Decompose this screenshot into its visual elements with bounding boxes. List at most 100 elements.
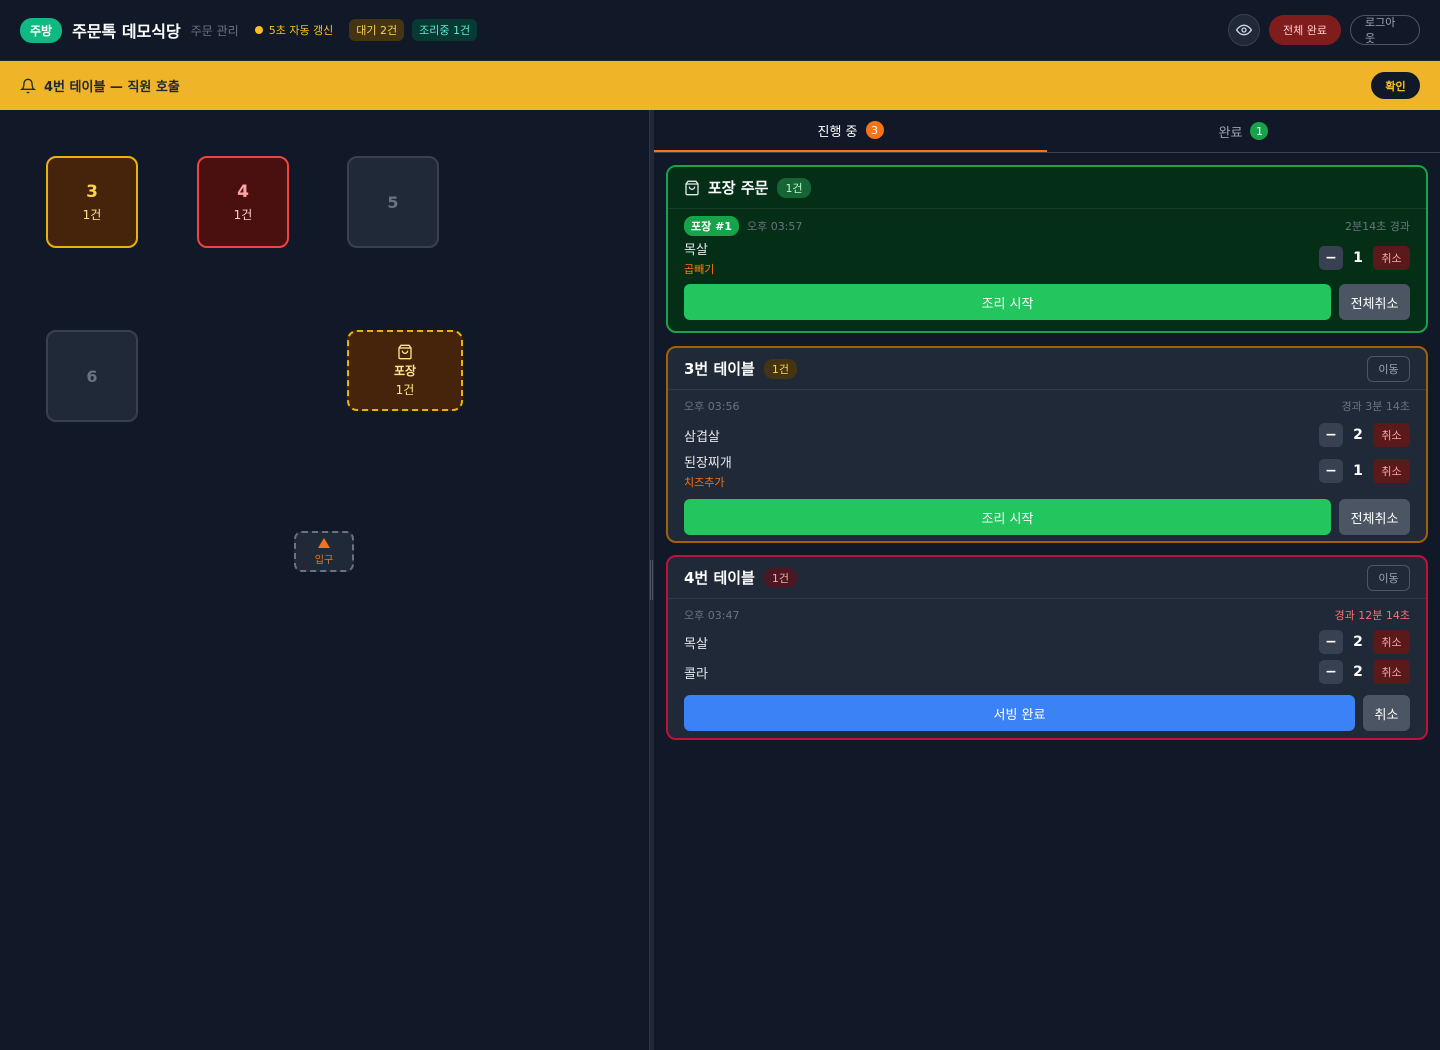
cancel-all-button[interactable]: 전체취소 xyxy=(1339,499,1410,535)
table-5[interactable]: 5 xyxy=(347,156,439,248)
decrease-qty-button[interactable]: − xyxy=(1319,630,1343,654)
serving-complete-button[interactable]: 서빙 완료 xyxy=(684,695,1355,731)
decrease-qty-button[interactable]: − xyxy=(1319,423,1343,447)
logout-button[interactable]: 로그아웃 xyxy=(1350,15,1420,45)
order-time: 오후 03:56 xyxy=(684,400,740,413)
eye-icon xyxy=(1236,24,1253,36)
order-count-badge: 1건 xyxy=(763,567,797,588)
status-dot-icon xyxy=(254,26,263,34)
staff-call-alert: 4번 테이블 — 직원 호출 확인 xyxy=(0,61,1440,110)
item-option: 치즈추가 xyxy=(684,476,725,489)
item-qty: 2 xyxy=(1353,634,1363,650)
cancel-item-button[interactable]: 취소 xyxy=(1373,246,1410,270)
start-cooking-button[interactable]: 조리 시작 xyxy=(684,284,1331,320)
alert-confirm-button[interactable]: 확인 xyxy=(1371,72,1420,99)
store-name: 주문톡 데모식당 xyxy=(72,22,181,41)
order-meta: 오후 03:47 경과 12분 14초 xyxy=(668,605,1426,625)
table-order-count: 1건 xyxy=(233,207,253,222)
table-3[interactable]: 3 1건 xyxy=(46,156,138,248)
shopping-bag-icon xyxy=(398,344,412,359)
decrease-qty-button[interactable]: − xyxy=(1319,660,1343,684)
item-controls: − 1 취소 xyxy=(1319,246,1410,270)
order-card-title: 4번 테이블 xyxy=(684,569,755,587)
cancel-item-button[interactable]: 취소 xyxy=(1373,459,1410,483)
floor-map: 3 1건 4 1건 5 6 포장 1건 입구 xyxy=(0,110,649,1050)
table-6[interactable]: 6 xyxy=(46,330,138,422)
role-badge: 주방 xyxy=(20,17,63,43)
takeout-zone[interactable]: 포장 1건 xyxy=(347,330,463,411)
header-actions: 전체 완료 로그아웃 xyxy=(1228,14,1420,46)
cancel-order-button[interactable]: 취소 xyxy=(1363,695,1410,731)
waiting-count-badge: 대기 2건 xyxy=(349,19,405,41)
order-card-header: 4번 테이블 1건 이동 xyxy=(668,557,1426,599)
order-actions: 조리 시작 전체취소 xyxy=(668,284,1426,320)
order-item-info: 목살 xyxy=(684,633,708,652)
item-name: 목살 xyxy=(684,636,708,652)
orders-panel: 진행 중 3 완료 1 포장 주문 1건 포장 #1 오후 03:57 2분14… xyxy=(654,110,1440,1050)
order-item: 목살 − 2 취소 xyxy=(668,627,1426,657)
order-card-title: 3번 테이블 xyxy=(684,360,755,378)
item-controls: − 2 취소 xyxy=(1319,630,1410,654)
order-item-info: 목살 곱빼기 xyxy=(684,239,714,277)
item-name: 목살 xyxy=(684,243,708,258)
alert-message: 4번 테이블 — 직원 호출 xyxy=(44,80,180,95)
tab-count-badge: 1 xyxy=(1250,122,1269,140)
order-item-info: 콜라 xyxy=(684,663,708,682)
move-table-button[interactable]: 이동 xyxy=(1367,564,1410,591)
order-item-info: 된장찌개 치즈추가 xyxy=(684,452,732,490)
item-qty: 2 xyxy=(1353,427,1363,443)
tab-count-badge: 3 xyxy=(865,121,884,139)
shopping-bag-icon xyxy=(685,180,699,195)
item-name: 콜라 xyxy=(684,666,708,682)
order-time: 오후 03:57 xyxy=(746,220,803,233)
order-item: 된장찌개 치즈추가 − 1 취소 xyxy=(668,452,1426,490)
elapsed-time: 경과 12분 14초 xyxy=(1334,609,1410,622)
auto-refresh-indicator: 5초 자동 갱신 xyxy=(254,22,333,38)
tab-in-progress[interactable]: 진행 중 3 xyxy=(654,110,1047,152)
item-name: 삼겹살 xyxy=(684,429,720,445)
decrease-qty-button[interactable]: − xyxy=(1319,459,1343,483)
complete-all-button[interactable]: 전체 완료 xyxy=(1269,15,1341,45)
order-actions: 서빙 완료 취소 xyxy=(668,695,1426,731)
takeout-number-badge: 포장 #1 xyxy=(684,216,739,236)
order-time: 오후 03:47 xyxy=(684,609,740,622)
item-qty: 2 xyxy=(1353,664,1363,680)
table-order-count: 1건 xyxy=(82,207,102,222)
item-controls: − 2 취소 xyxy=(1319,423,1410,447)
order-card-table-4: 4번 테이블 1건 이동 오후 03:47 경과 12분 14초 목살 − 2 … xyxy=(666,555,1428,740)
entrance-label: 입구 xyxy=(314,554,334,566)
elapsed-time: 2분14초 경과 xyxy=(1345,220,1410,233)
item-qty: 1 xyxy=(1353,250,1363,266)
order-card-header: 3번 테이블 1건 이동 xyxy=(668,348,1426,390)
cancel-all-button[interactable]: 전체취소 xyxy=(1339,284,1410,320)
order-card-title: 포장 주문 xyxy=(708,179,769,197)
decrease-qty-button[interactable]: − xyxy=(1319,246,1343,270)
cancel-item-button[interactable]: 취소 xyxy=(1373,630,1410,654)
order-count-badge: 1건 xyxy=(763,358,797,379)
tab-completed[interactable]: 완료 1 xyxy=(1047,110,1440,152)
item-controls: − 2 취소 xyxy=(1319,660,1410,684)
order-meta: 오후 03:56 경과 3분 14초 xyxy=(668,396,1426,416)
entrance-arrow-icon xyxy=(318,537,330,548)
takeout-count: 1건 xyxy=(395,382,415,397)
order-item: 목살 곱빼기 − 1 취소 xyxy=(668,240,1426,276)
table-4[interactable]: 4 1건 xyxy=(197,156,289,248)
view-toggle-button[interactable] xyxy=(1228,14,1261,46)
cancel-item-button[interactable]: 취소 xyxy=(1373,423,1410,447)
cancel-item-button[interactable]: 취소 xyxy=(1373,660,1410,684)
top-bar: 주방 주문톡 데모식당 주문 관리 5초 자동 갱신 대기 2건 조리중 1건 … xyxy=(0,0,1440,61)
start-cooking-button[interactable]: 조리 시작 xyxy=(684,499,1331,535)
order-meta: 포장 #1 오후 03:57 2분14초 경과 xyxy=(668,216,1426,236)
elapsed-time: 경과 3분 14초 xyxy=(1341,400,1410,413)
table-number: 4 xyxy=(237,181,249,202)
entrance-marker: 입구 xyxy=(294,531,354,572)
item-name: 된장찌개 xyxy=(684,456,732,471)
bell-icon xyxy=(20,78,36,93)
move-table-button[interactable]: 이동 xyxy=(1367,355,1410,382)
order-actions: 조리 시작 전체취소 xyxy=(668,499,1426,535)
table-number: 5 xyxy=(387,192,399,212)
item-option: 곱빼기 xyxy=(684,263,715,276)
order-item: 콜라 − 2 취소 xyxy=(668,657,1426,687)
resize-grip-icon[interactable] xyxy=(650,560,653,600)
order-tabs: 진행 중 3 완료 1 xyxy=(654,110,1440,153)
